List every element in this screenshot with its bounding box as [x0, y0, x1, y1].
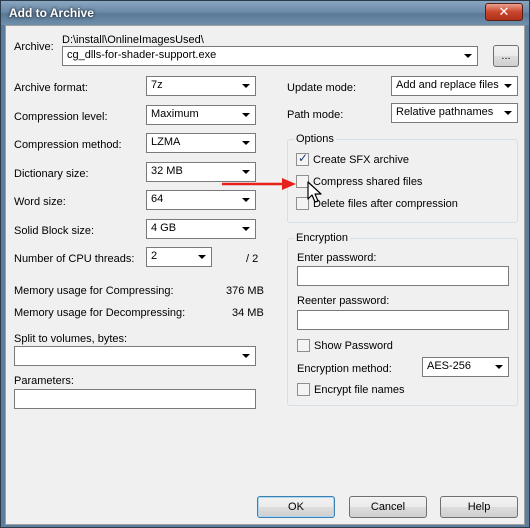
compression-level-value: Maximum	[151, 108, 199, 120]
solid-block-size-value: 4 GB	[151, 222, 177, 234]
encryption-method-label: Encryption method:	[297, 363, 392, 375]
chevron-down-icon	[242, 113, 250, 117]
parameters-input[interactable]	[14, 389, 256, 409]
enter-password-label: Enter password:	[297, 252, 377, 264]
archive-filename-combo[interactable]: cg_dlls-for-shader-support.exe	[62, 46, 478, 66]
close-icon: ✕	[498, 4, 510, 19]
checkbox-checked-icon[interactable]	[296, 151, 309, 166]
show-password-label: Show Password	[314, 339, 393, 352]
encryption-method-value: AES-256	[427, 360, 472, 372]
close-button[interactable]: ✕	[485, 3, 523, 21]
options-group-title: Options	[294, 133, 336, 145]
compress-shared-label: Compress shared files	[313, 175, 423, 188]
update-mode-value: Add and replace files	[396, 79, 499, 91]
checkbox-icon[interactable]	[297, 339, 310, 352]
compression-method-value: LZMA	[151, 136, 181, 148]
memory-decompress-label: Memory usage for Decompressing:	[14, 307, 186, 319]
ok-button-label: OK	[288, 501, 304, 513]
archive-format-label: Archive format:	[14, 82, 88, 94]
solid-block-size-label: Solid Block size:	[14, 225, 95, 237]
encryption-method-select[interactable]: AES-256	[422, 357, 509, 377]
path-mode-label: Path mode:	[287, 109, 344, 121]
dictionary-size-label: Dictionary size:	[14, 168, 89, 180]
annotation-arrow-icon	[222, 178, 296, 190]
chevron-down-icon	[242, 170, 250, 174]
dialog-client-area: Archive: D:\install\OnlineImagesUsed\ cg…	[5, 25, 525, 525]
reenter-password-label: Reenter password:	[297, 295, 390, 307]
memory-decompress-value: 34 MB	[232, 307, 264, 319]
delete-after-label: Delete files after compression	[313, 197, 458, 210]
ok-button[interactable]: OK	[257, 496, 335, 518]
encryption-group-title: Encryption	[294, 232, 350, 244]
archive-format-value: 7z	[151, 79, 163, 91]
cpu-threads-value: 2	[151, 250, 158, 262]
dictionary-size-value: 32 MB	[151, 165, 183, 177]
chevron-down-icon	[198, 255, 206, 259]
cpu-threads-max: / 2	[246, 253, 259, 265]
compression-level-label: Compression level:	[14, 111, 108, 123]
chevron-down-icon	[242, 227, 250, 231]
help-button-label: Help	[467, 501, 491, 513]
cpu-threads-select[interactable]: 2	[146, 247, 212, 267]
encryption-group: Encryption Enter password: Reenter passw…	[287, 232, 518, 406]
compression-method-select[interactable]: LZMA	[146, 133, 256, 153]
checkbox-icon[interactable]	[297, 383, 310, 396]
chevron-down-icon	[242, 198, 250, 202]
create-sfx-checkbox[interactable]: Create SFX archive	[296, 151, 409, 166]
cancel-button[interactable]: Cancel	[349, 496, 427, 518]
browse-button[interactable]: ...	[493, 45, 519, 67]
title-bar[interactable]: Add to Archive ✕	[1, 1, 529, 25]
word-size-label: Word size:	[14, 196, 66, 208]
chevron-down-icon	[464, 54, 472, 58]
cpu-threads-label: Number of CPU threads:	[14, 253, 135, 265]
create-sfx-label: Create SFX archive	[313, 153, 409, 166]
show-password-checkbox[interactable]: Show Password	[297, 339, 393, 352]
archive-format-select[interactable]: 7z	[146, 76, 256, 96]
cancel-button-label: Cancel	[370, 501, 406, 513]
split-volumes-label: Split to volumes, bytes:	[14, 333, 128, 345]
help-button[interactable]: Help	[440, 496, 518, 518]
archive-path: D:\install\OnlineImagesUsed\	[62, 34, 204, 46]
encrypt-names-checkbox[interactable]: Encrypt file names	[297, 383, 404, 396]
memory-compress-label: Memory usage for Compressing:	[14, 285, 174, 297]
chevron-down-icon	[242, 354, 250, 358]
compression-level-select[interactable]: Maximum	[146, 105, 256, 125]
add-to-archive-window: Add to Archive ✕ Archive: D:\install\Onl…	[0, 0, 530, 528]
memory-compress-value: 376 MB	[226, 285, 264, 297]
update-mode-label: Update mode:	[287, 82, 357, 94]
parameters-label: Parameters:	[14, 375, 74, 387]
archive-label: Archive:	[14, 41, 54, 53]
split-volumes-combo[interactable]	[14, 346, 256, 366]
reenter-password-input[interactable]	[297, 310, 509, 330]
word-size-select[interactable]: 64	[146, 190, 256, 210]
mouse-cursor-icon	[307, 181, 322, 203]
path-mode-select[interactable]: Relative pathnames	[391, 103, 518, 123]
archive-filename-value: cg_dlls-for-shader-support.exe	[67, 49, 217, 61]
chevron-down-icon	[242, 84, 250, 88]
window-title: Add to Archive	[9, 6, 94, 20]
word-size-value: 64	[151, 193, 164, 205]
chevron-down-icon	[504, 111, 512, 115]
update-mode-select[interactable]: Add and replace files	[391, 76, 518, 96]
path-mode-value: Relative pathnames	[396, 106, 494, 118]
enter-password-input[interactable]	[297, 266, 509, 286]
chevron-down-icon	[504, 84, 512, 88]
compression-method-label: Compression method:	[14, 139, 122, 151]
chevron-down-icon	[495, 365, 503, 369]
browse-button-label: ...	[501, 50, 511, 62]
encrypt-names-label: Encrypt file names	[314, 383, 405, 396]
chevron-down-icon	[242, 141, 250, 145]
solid-block-size-select[interactable]: 4 GB	[146, 219, 256, 239]
